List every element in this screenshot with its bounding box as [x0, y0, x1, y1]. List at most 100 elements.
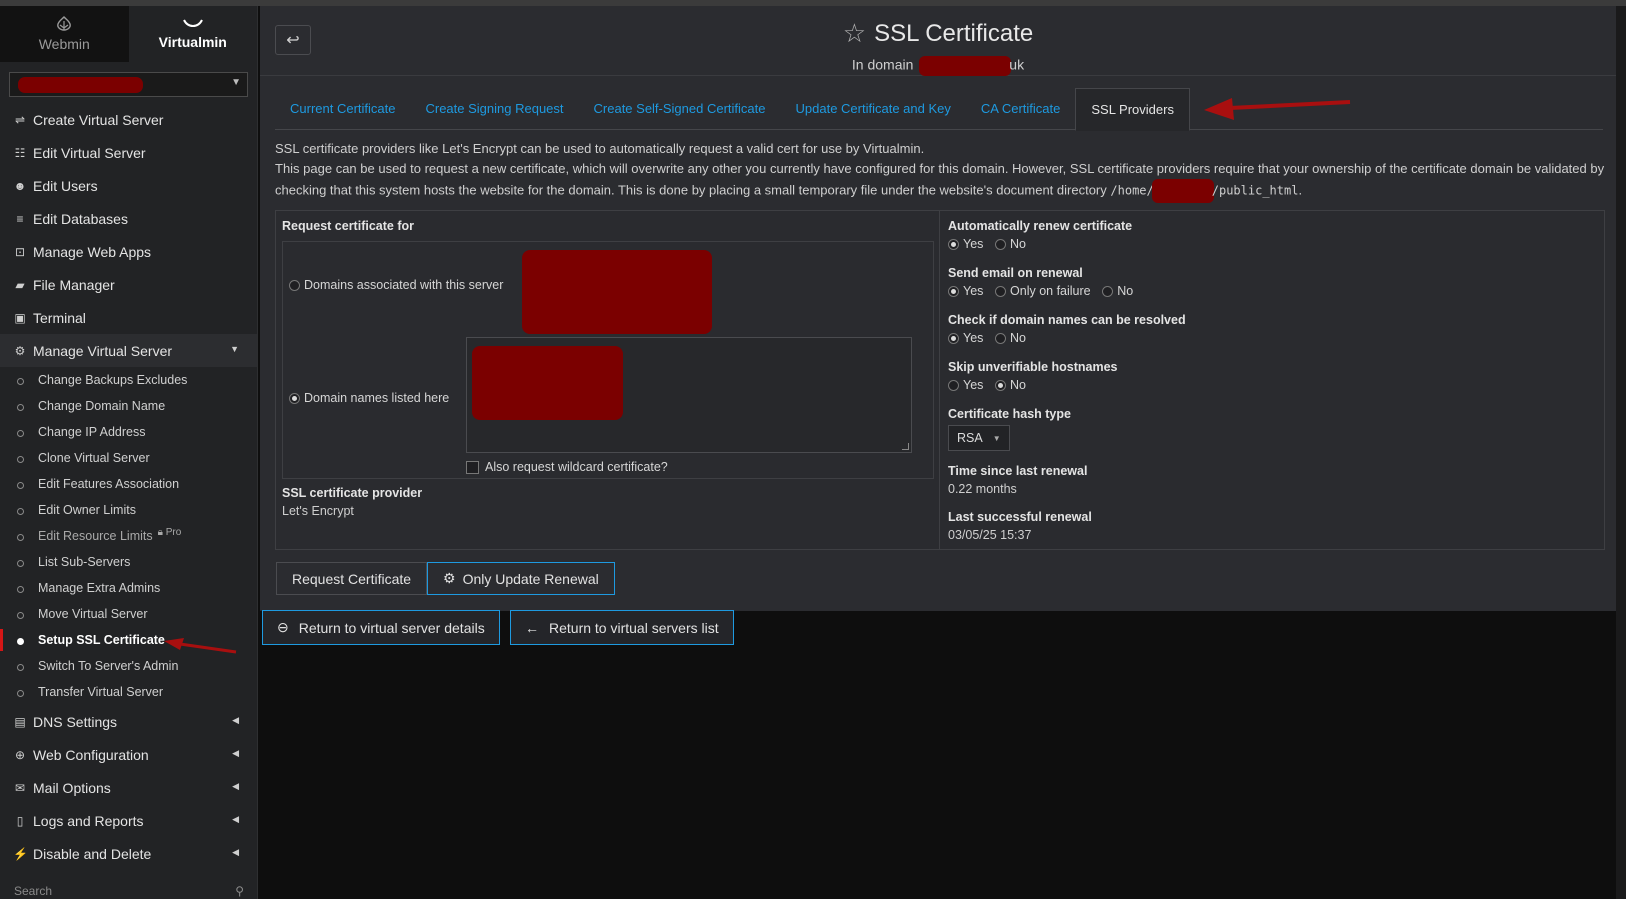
sidebar-item-manage-web-apps[interactable]: ⊡ Manage Web Apps — [0, 235, 257, 268]
check-resolve-options: Yes No — [948, 331, 1186, 347]
sidebar-item-dns-settings[interactable]: ▤ DNS Settings ◀ — [0, 705, 257, 738]
send-email-label: Send email on renewal — [948, 266, 1083, 280]
page-header: ↩ ☆ SSL Certificate In domain uk — [260, 6, 1616, 76]
virtualmin-logo-icon — [182, 19, 203, 27]
tab-create-signing-request[interactable]: Create Signing Request — [410, 88, 578, 130]
skip-unverifiable-yes[interactable]: Yes — [948, 378, 983, 392]
domain-names-textarea[interactable] — [466, 337, 912, 453]
sidebar-subitem[interactable]: List Sub-Servers — [0, 549, 257, 575]
webmin-switch[interactable]: Webmin — [0, 6, 129, 62]
request-certificate-button[interactable]: Request Certificate — [276, 562, 428, 595]
mail-open-icon: ✉ — [14, 780, 26, 795]
sidebar-subitem[interactable]: Edit Features Association — [0, 471, 257, 497]
return-details-button[interactable]: ⊖ Return to virtual server details — [262, 610, 500, 645]
sidebar-item-manage-virtual-server[interactable]: ⚙ Manage Virtual Server ▼ — [0, 334, 257, 367]
sidebar-item-logs-and-reports[interactable]: ▯ Logs and Reports ◀ — [0, 804, 257, 837]
sidebar-item-label: Edit Virtual Server — [33, 144, 146, 161]
wildcard-checkbox[interactable] — [466, 460, 479, 474]
check-resolve-yes[interactable]: Yes — [948, 331, 983, 345]
sidebar-item-label: Manage Virtual Server — [33, 342, 173, 359]
page-subtitle: In domain uk — [260, 56, 1616, 76]
subtitle-suffix: uk — [1009, 56, 1025, 73]
ssl-provider-form: Request certificate for Domains associat… — [275, 210, 1605, 550]
sidebar-item-mail-options[interactable]: ✉ Mail Options ◀ — [0, 771, 257, 804]
sidebar-item-web-configuration[interactable]: ⊕ Web Configuration ◀ — [0, 738, 257, 771]
sidebar-subitem[interactable]: Edit Resource Limits 🔒︎ Pro — [0, 523, 257, 549]
check-resolve-label: Check if domain names can be resolved — [948, 313, 1186, 327]
radio[interactable] — [1102, 285, 1114, 297]
sidebar-item-edit-users[interactable]: ☻ Edit Users — [0, 169, 257, 202]
option-listed[interactable]: Domain names listed here — [289, 391, 449, 405]
search-icon: ⚲ — [235, 884, 244, 898]
radio[interactable] — [948, 238, 959, 250]
request-for-label: Request certificate for — [282, 219, 414, 233]
radio[interactable] — [995, 238, 1007, 250]
main-panel: ↩ ☆ SSL Certificate In domain uk Current… — [260, 6, 1616, 611]
radio[interactable] — [948, 332, 959, 344]
send-email-no[interactable]: No — [1102, 284, 1133, 298]
tab-ca-certificate[interactable]: CA Certificate — [966, 88, 1075, 130]
wildcard-option[interactable]: Also request wildcard certificate? — [466, 460, 668, 474]
sidebar-item-label: Create Virtual Server — [33, 111, 164, 128]
radio-associated[interactable] — [289, 279, 300, 291]
sidebar-item-create-virtual-server[interactable]: ⇌ Create Virtual Server — [0, 103, 257, 136]
radio-listed[interactable] — [289, 392, 300, 404]
sidebar-subitem[interactable]: Change Backups Excludes — [0, 367, 257, 393]
tab-create-self-signed-certificate[interactable]: Create Self-Signed Certificate — [579, 88, 781, 130]
send-email-only-on-failure[interactable]: Only on failure — [995, 284, 1091, 298]
only-update-renewal-button[interactable]: ⚙ Only Update Renewal — [427, 562, 615, 595]
sidebar-subitem[interactable]: Transfer Virtual Server — [0, 679, 257, 705]
domain-select[interactable]: ▼ — [9, 72, 248, 97]
sidebar-item-label: Terminal — [33, 309, 86, 326]
sidebar-search[interactable]: Search ⚲ — [14, 884, 244, 898]
check-resolve-no[interactable]: No — [995, 331, 1026, 345]
radio[interactable] — [995, 379, 1007, 391]
sidebar-subitem[interactable]: Change IP Address — [0, 419, 257, 445]
sidebar: Webmin Virtualmin ▼ ⇌ Create Virtual Serv… — [0, 6, 258, 899]
caret-left-icon: ◀ — [232, 715, 239, 725]
scrollbar[interactable] — [1616, 6, 1626, 899]
hash-type-label: Certificate hash type — [948, 407, 1071, 421]
tab-update-certificate-and-key[interactable]: Update Certificate and Key — [781, 88, 966, 130]
file-report-icon: ▯ — [16, 813, 24, 828]
caret-left-icon: ◀ — [232, 781, 239, 791]
sidebar-item-edit-virtual-server[interactable]: ☷ Edit Virtual Server — [0, 136, 257, 169]
sidebar-item-edit-databases[interactable]: ≡ Edit Databases — [0, 202, 257, 235]
sidebar-subitem[interactable]: Edit Owner Limits — [0, 497, 257, 523]
radio[interactable] — [948, 379, 959, 391]
radio[interactable] — [995, 332, 1007, 344]
sidebar-subitem-label: Change Domain Name — [38, 399, 166, 413]
star-icon[interactable]: ☆ — [843, 18, 866, 49]
sidebar-subitem-label: Change IP Address — [38, 425, 146, 439]
radio[interactable] — [995, 285, 1007, 297]
chevron-down-icon: ▼ — [231, 77, 241, 88]
gear-icon: ⚙ — [443, 570, 456, 586]
auto-renew-yes[interactable]: Yes — [948, 237, 983, 251]
sidebar-subitem[interactable]: Clone Virtual Server — [0, 445, 257, 471]
sidebar-subitem[interactable]: Move Virtual Server — [0, 601, 257, 627]
option-label: No — [1117, 284, 1134, 298]
hash-type-select[interactable]: RSA ▼ — [948, 425, 1010, 451]
virtualmin-switch[interactable]: Virtualmin — [128, 6, 257, 62]
auto-renew-no[interactable]: No — [995, 237, 1026, 251]
radio[interactable] — [948, 285, 959, 297]
sidebar-item-file-manager[interactable]: ▰ File Manager — [0, 268, 257, 301]
sidebar-item-terminal[interactable]: ▣ Terminal — [0, 301, 257, 334]
resize-handle[interactable] — [902, 443, 909, 450]
caret-left-icon: ◀ — [232, 814, 239, 824]
send-email-yes[interactable]: Yes — [948, 284, 983, 298]
sidebar-subitem[interactable]: Change Domain Name — [0, 393, 257, 419]
tab-ssl-providers[interactable]: SSL Providers — [1075, 88, 1190, 131]
sidebar-subitem[interactable]: Manage Extra Admins — [0, 575, 257, 601]
product-switcher: Webmin Virtualmin — [0, 6, 257, 62]
skip-unverifiable-no[interactable]: No — [995, 378, 1026, 392]
redacted-username — [1151, 179, 1214, 203]
search-input[interactable]: Search — [14, 884, 52, 898]
tab-current-certificate[interactable]: Current Certificate — [275, 88, 410, 130]
sidebar-item-disable-and-delete[interactable]: ⚡ Disable and Delete ◀ — [0, 837, 257, 870]
option-associated[interactable]: Domains associated with this server — [289, 278, 503, 292]
request-for-box: Domains associated with this server Doma… — [282, 241, 934, 479]
virtualmin-label: Virtualmin — [158, 34, 227, 50]
auto-renew-label: Automatically renew certificate — [948, 219, 1133, 233]
return-list-button[interactable]: ← Return to virtual servers list — [510, 610, 734, 645]
